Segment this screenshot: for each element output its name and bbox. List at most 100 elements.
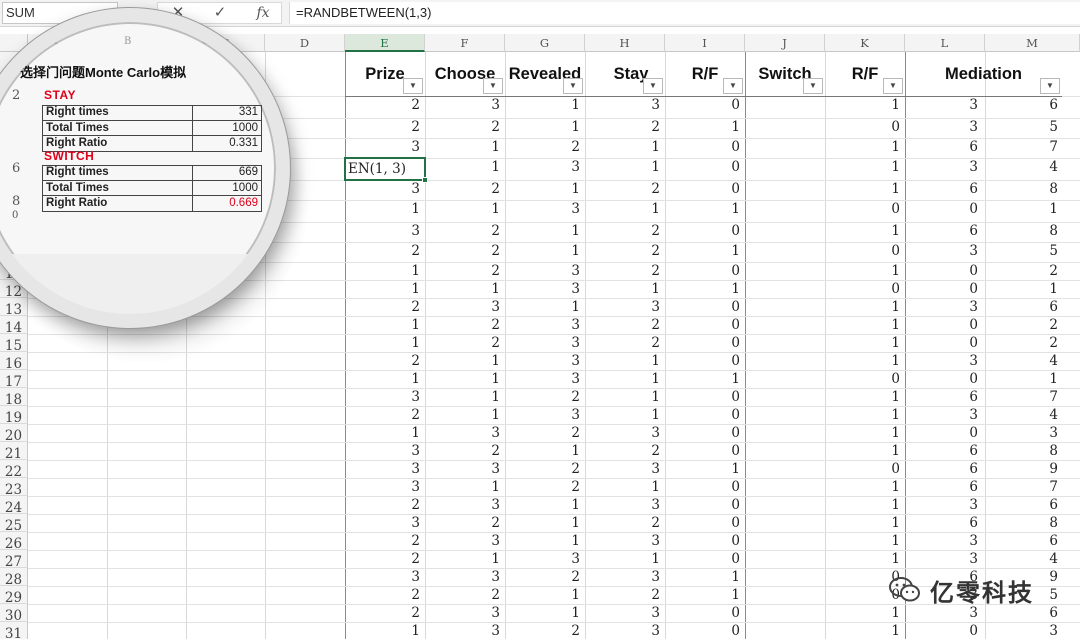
- cell-stay[interactable]: 3: [600, 497, 660, 513]
- cell-rf-stay[interactable]: 0: [680, 515, 740, 531]
- cell-mediation-m[interactable]: 3: [998, 623, 1058, 639]
- cell-stay[interactable]: 1: [600, 201, 660, 217]
- row-header-18[interactable]: 18: [0, 388, 28, 408]
- cell-rf-switch[interactable]: 1: [840, 97, 900, 113]
- column-header-i[interactable]: I: [665, 34, 745, 52]
- cell-rf-switch[interactable]: 1: [840, 299, 900, 315]
- row-header-25[interactable]: 25: [0, 514, 28, 534]
- cell-choose[interactable]: 3: [440, 299, 500, 315]
- cell-rf-stay[interactable]: 0: [680, 353, 740, 369]
- cell-mediation-m[interactable]: 7: [998, 139, 1058, 155]
- cell-mediation-m[interactable]: 7: [998, 389, 1058, 405]
- column-header-l[interactable]: L: [905, 34, 985, 52]
- active-cell[interactable]: EN(1, 3): [344, 157, 428, 183]
- cell-choose[interactable]: 3: [440, 97, 500, 113]
- cell-stay[interactable]: 1: [600, 139, 660, 155]
- cell-rf-stay[interactable]: 0: [680, 223, 740, 239]
- row-header-30[interactable]: 30: [0, 604, 28, 624]
- row-header-21[interactable]: 21: [0, 442, 28, 462]
- cell-revealed[interactable]: 1: [520, 515, 580, 531]
- cell-rf-switch[interactable]: 1: [840, 223, 900, 239]
- cell-prize[interactable]: 3: [360, 389, 420, 405]
- cell-rf-stay[interactable]: 1: [680, 281, 740, 297]
- cell-mediation-l[interactable]: 3: [918, 119, 978, 135]
- cell-revealed[interactable]: 1: [520, 119, 580, 135]
- cell-choose[interactable]: 2: [440, 515, 500, 531]
- cell-prize[interactable]: 1: [360, 317, 420, 333]
- row-header-24[interactable]: 24: [0, 496, 28, 516]
- cell-mediation-m[interactable]: 1: [998, 281, 1058, 297]
- cell-rf-switch[interactable]: 0: [840, 119, 900, 135]
- cell-prize[interactable]: 1: [360, 335, 420, 351]
- cell-mediation-m[interactable]: 4: [998, 407, 1058, 423]
- cell-revealed[interactable]: 1: [520, 605, 580, 621]
- cell-choose[interactable]: 2: [440, 223, 500, 239]
- cell-rf-switch[interactable]: 1: [840, 181, 900, 197]
- cell-stay[interactable]: 2: [600, 587, 660, 603]
- cell-rf-stay[interactable]: 0: [680, 317, 740, 333]
- cell-revealed[interactable]: 3: [520, 335, 580, 351]
- cell-prize[interactable]: 2: [360, 97, 420, 113]
- cell-choose[interactable]: 1: [440, 159, 500, 175]
- cell-prize[interactable]: 2: [360, 119, 420, 135]
- cell-rf-stay[interactable]: 0: [680, 139, 740, 155]
- cell-stay[interactable]: 3: [600, 623, 660, 639]
- formula-input[interactable]: =RANDBETWEEN(1,3): [289, 2, 1080, 24]
- column-header-e[interactable]: E: [345, 34, 425, 52]
- cell-choose[interactable]: 2: [440, 587, 500, 603]
- cell-choose[interactable]: 2: [440, 243, 500, 259]
- cell-mediation-m[interactable]: 2: [998, 335, 1058, 351]
- cell-choose[interactable]: 3: [440, 425, 500, 441]
- cell-rf-switch[interactable]: 1: [840, 623, 900, 639]
- cell-rf-switch[interactable]: 1: [840, 139, 900, 155]
- cell-prize[interactable]: 1: [360, 425, 420, 441]
- cell-revealed[interactable]: 2: [520, 139, 580, 155]
- cell-choose[interactable]: 3: [440, 623, 500, 639]
- cell-choose[interactable]: 1: [440, 389, 500, 405]
- cell-mediation-l[interactable]: 0: [918, 335, 978, 351]
- cell-mediation-m[interactable]: 8: [998, 515, 1058, 531]
- cell-mediation-m[interactable]: 7: [998, 479, 1058, 495]
- column-header-d[interactable]: D: [265, 34, 345, 52]
- cell-mediation-l[interactable]: 0: [918, 425, 978, 441]
- cell-rf-switch[interactable]: 1: [840, 263, 900, 279]
- cell-prize[interactable]: 3: [360, 181, 420, 197]
- cell-rf-switch[interactable]: 1: [840, 335, 900, 351]
- cell-mediation-m[interactable]: 6: [998, 533, 1058, 549]
- cell-choose[interactable]: 1: [440, 201, 500, 217]
- cell-revealed[interactable]: 3: [520, 263, 580, 279]
- cell-mediation-m[interactable]: 8: [998, 181, 1058, 197]
- cell-stay[interactable]: 2: [600, 119, 660, 135]
- row-header-16[interactable]: 16: [0, 352, 28, 372]
- cell-prize[interactable]: 3: [360, 443, 420, 459]
- cell-prize[interactable]: 3: [360, 515, 420, 531]
- cell-revealed[interactable]: 2: [520, 425, 580, 441]
- cell-choose[interactable]: 1: [440, 407, 500, 423]
- column-header-m[interactable]: M: [985, 34, 1080, 52]
- cell-mediation-m[interactable]: 4: [998, 159, 1058, 175]
- cell-mediation-m[interactable]: 4: [998, 353, 1058, 369]
- cell-stay[interactable]: 3: [600, 425, 660, 441]
- cell-rf-stay[interactable]: 0: [680, 299, 740, 315]
- cell-rf-switch[interactable]: 1: [840, 479, 900, 495]
- cell-rf-stay[interactable]: 0: [680, 479, 740, 495]
- cell-mediation-l[interactable]: 3: [918, 353, 978, 369]
- cell-mediation-l[interactable]: 0: [918, 263, 978, 279]
- row-header-19[interactable]: 19: [0, 406, 28, 426]
- cell-mediation-m[interactable]: 8: [998, 223, 1058, 239]
- cell-stay[interactable]: 1: [600, 281, 660, 297]
- cell-rf-switch[interactable]: 1: [840, 317, 900, 333]
- column-header-g[interactable]: G: [505, 34, 585, 52]
- cell-rf-switch[interactable]: 1: [840, 605, 900, 621]
- cell-rf-stay[interactable]: 0: [680, 443, 740, 459]
- cell-choose[interactable]: 2: [440, 181, 500, 197]
- check-icon[interactable]: ✓: [208, 3, 232, 23]
- cell-mediation-l[interactable]: 3: [918, 299, 978, 315]
- cell-choose[interactable]: 3: [440, 569, 500, 585]
- cell-revealed[interactable]: 2: [520, 479, 580, 495]
- cell-mediation-m[interactable]: 5: [998, 243, 1058, 259]
- cell-mediation-m[interactable]: 1: [998, 201, 1058, 217]
- cell-mediation-l[interactable]: 3: [918, 243, 978, 259]
- cell-prize[interactable]: 2: [360, 605, 420, 621]
- cell-rf-switch[interactable]: 0: [840, 371, 900, 387]
